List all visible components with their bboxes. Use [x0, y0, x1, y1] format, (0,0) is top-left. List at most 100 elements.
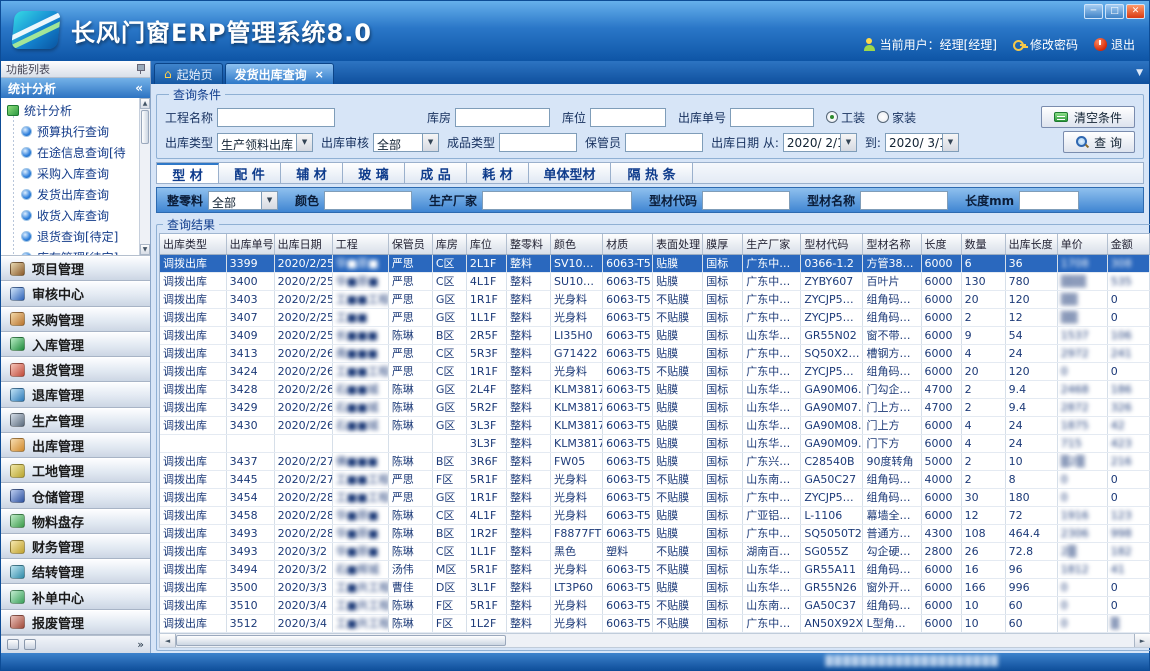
column-header[interactable]: 单价 [1057, 234, 1107, 254]
tree-item[interactable]: 在途信息查询[待 [7, 142, 138, 163]
profile-code-input[interactable] [702, 191, 790, 210]
pin-icon[interactable] [136, 64, 145, 74]
color-input[interactable] [324, 191, 412, 210]
column-header[interactable]: 颜色 [551, 234, 603, 254]
table-row[interactable]: 调拨出库34002020/2/25华■原■严思C区4L1F整料SU10…6063… [160, 272, 1150, 290]
sidebar-menu-item[interactable]: 采购管理 [1, 307, 150, 332]
horizontal-scrollbar[interactable]: ◄ ► [159, 633, 1150, 648]
tree-item[interactable]: 发货出库查询 [7, 184, 138, 205]
column-header[interactable]: 出库长度 [1005, 234, 1057, 254]
sidebar-menu-item[interactable]: 出库管理 [1, 433, 150, 458]
table-row[interactable]: 调拨出库34932020/2/28华■原■陈琳B区1R2F整料F8877FT60… [160, 524, 1150, 542]
table-row[interactable]: 调拨出库34072020/2/25工■■严思G区1L1F整料光身料6063-T5… [160, 308, 1150, 326]
material-tab[interactable]: 配 件 [219, 163, 281, 183]
vscroll-track[interactable] [140, 145, 150, 244]
material-tab[interactable]: 玻 璃 [343, 163, 405, 183]
column-header[interactable]: 型材名称 [863, 234, 921, 254]
table-row[interactable]: 调拨出库35002020/3/3工■共工程曹佳D区3L1F整料LT3P60606… [160, 578, 1150, 596]
profile-name-input[interactable] [860, 191, 948, 210]
tree-item[interactable]: 库存管理[待定] [7, 247, 138, 256]
column-header[interactable]: 库房 [432, 234, 466, 254]
tab-start-page[interactable]: 起始页 [154, 63, 223, 84]
sidebar-menu-item[interactable]: 仓储管理 [1, 483, 150, 508]
project-name-input[interactable] [217, 108, 335, 127]
maximize-button[interactable]: □ [1105, 4, 1124, 19]
table-row[interactable]: 调拨出库34582020/2/28华■原■陈琳C区4L1F整料光身料6063-T… [160, 506, 1150, 524]
tree-item[interactable]: 退货查询[待定] [7, 226, 138, 247]
table-row[interactable]: 调拨出库34032020/2/25工■■工程严思G区1R1F整料光身料6063-… [160, 290, 1150, 308]
column-header[interactable]: 生产厂家 [743, 234, 801, 254]
table-row[interactable]: 调拨出库34242020/2/26工■■工程严思C区1R1F整料光身料6063-… [160, 362, 1150, 380]
search-button[interactable]: 查 询 [1063, 131, 1135, 153]
sidebar-menu-item[interactable]: 报废管理 [1, 610, 150, 635]
column-header[interactable]: 金额 [1107, 234, 1149, 254]
hscroll-thumb[interactable] [176, 635, 506, 646]
table-row[interactable]: 调拨出库34132020/2/26南■■■严思C区5R3F整料G71422606… [160, 344, 1150, 362]
scroll-right-icon[interactable]: ► [1134, 634, 1150, 647]
sidebar-menu-item[interactable]: 项目管理 [1, 256, 150, 281]
column-header[interactable]: 出库类型 [160, 234, 226, 254]
column-header[interactable]: 出库单号 [226, 234, 274, 254]
material-tab[interactable]: 隔 热 条 [611, 163, 693, 183]
dropdown-icon[interactable] [296, 134, 312, 151]
column-header[interactable]: 出库日期 [274, 234, 332, 254]
sidebar-menu-item[interactable]: 工地管理 [1, 458, 150, 483]
collapse-icon[interactable]: « [135, 81, 143, 95]
sidebar-menu-item[interactable]: 退货管理 [1, 357, 150, 382]
sidebar-menu-item[interactable]: 物料盘存 [1, 509, 150, 534]
order-no-input[interactable] [730, 108, 814, 127]
tree-root-item[interactable]: 统计分析 [7, 100, 138, 121]
tree-item[interactable]: 预算执行查询 [7, 121, 138, 142]
tab-list-icon[interactable]: ▼ [1136, 68, 1143, 78]
material-tab[interactable]: 耗 材 [467, 163, 529, 183]
keeper-input[interactable] [625, 133, 703, 152]
dropdown-icon[interactable] [261, 192, 277, 209]
folder-icon[interactable] [7, 639, 19, 650]
sidebar-menu-item[interactable]: 审核中心 [1, 281, 150, 306]
material-tab[interactable]: 成 品 [405, 163, 467, 183]
material-tab[interactable]: 型 材 [157, 163, 219, 183]
column-header[interactable]: 数量 [961, 234, 1005, 254]
dropdown-icon[interactable] [942, 134, 958, 151]
radio-home-install[interactable] [877, 111, 889, 123]
column-header[interactable]: 整零料 [506, 234, 550, 254]
material-tab[interactable]: 单体型材 [529, 163, 611, 183]
scroll-down-icon[interactable]: ▼ [140, 244, 150, 255]
table-row[interactable]: 调拨出库34092020/2/25长■■■陈琳B区2R5F整料LI35H0606… [160, 326, 1150, 344]
scroll-up-icon[interactable]: ▲ [140, 98, 150, 109]
column-header[interactable]: 长度 [921, 234, 961, 254]
vscroll-thumb[interactable] [141, 110, 149, 144]
table-row[interactable]: 调拨出库35102020/3/4工■共工程陈琳F区5R1F整料光身料6063-T… [160, 596, 1150, 614]
whole-part-select[interactable]: 全部 [208, 191, 278, 210]
manufacturer-input[interactable] [482, 191, 632, 210]
dropdown-icon[interactable] [840, 134, 856, 151]
date-to-select[interactable]: 2020/ 3/16 [885, 133, 959, 152]
close-tab-icon[interactable]: × [315, 68, 324, 81]
table-row[interactable]: 调拨出库34282020/2/26石■■城陈琳G区2L4F整料KLM381760… [160, 380, 1150, 398]
sidebar-group-header[interactable]: 统计分析 « [1, 78, 150, 98]
column-header[interactable]: 工程 [332, 234, 388, 254]
tree-item[interactable]: 采购入库查询 [7, 163, 138, 184]
more-icon[interactable]: » [137, 638, 144, 651]
clear-button[interactable]: 清空条件 [1041, 106, 1135, 128]
sidebar-menu-item[interactable]: 财务管理 [1, 534, 150, 559]
audit-select[interactable]: 全部 [373, 133, 439, 152]
column-header[interactable]: 型材代码 [801, 234, 863, 254]
table-row[interactable]: 调拨出库34302020/2/26石■■城陈琳G区3L3F整料KLM381760… [160, 416, 1150, 434]
location-input[interactable] [590, 108, 666, 127]
product-type-input[interactable] [499, 133, 577, 152]
table-row[interactable]: 调拨出库34932020/3/2华■原■陈琳C区1L1F整料黑色塑料不贴膜国标湖… [160, 542, 1150, 560]
material-tab[interactable]: 辅 材 [281, 163, 343, 183]
table-row[interactable]: 3L3F整料KLM38176063-T5贴膜国标山东华…GA90M09…门下方6… [160, 434, 1150, 452]
column-header[interactable]: 膜厚 [703, 234, 743, 254]
dropdown-icon[interactable] [422, 134, 438, 151]
logout-button[interactable]: 退出 [1094, 36, 1135, 53]
sidebar-menu-item[interactable]: 补单中心 [1, 584, 150, 609]
table-row[interactable]: 调拨出库33992020/2/25华■原■严思C区2L1F整料SV10…6063… [160, 254, 1150, 272]
table-row[interactable]: 调拨出库34542020/2/28工■■工程严思G区1R1F整料光身料6063-… [160, 488, 1150, 506]
column-header[interactable]: 材质 [603, 234, 653, 254]
sidebar-menu-item[interactable]: 结转管理 [1, 559, 150, 584]
length-input[interactable] [1019, 191, 1079, 210]
table-row[interactable]: 调拨出库34292020/2/26石■■城陈琳G区5R2F整料KLM381760… [160, 398, 1150, 416]
warehouse-input[interactable] [455, 108, 550, 127]
